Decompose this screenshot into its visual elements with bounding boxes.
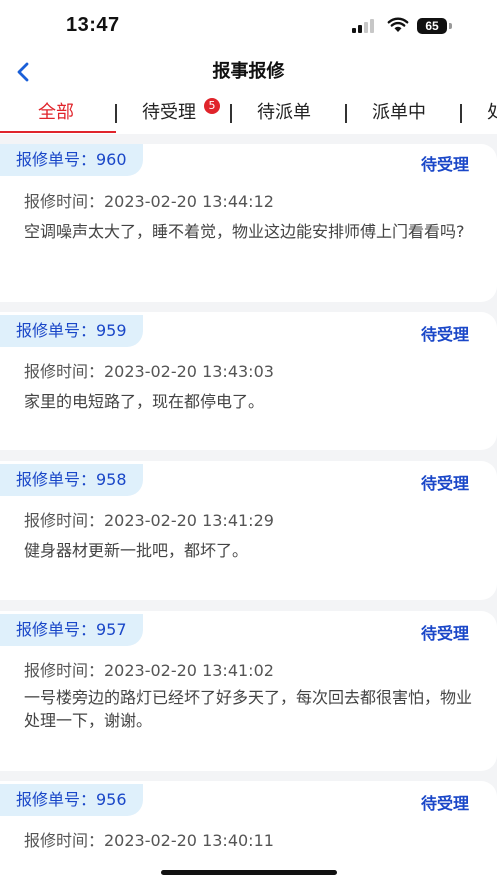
tab-pending-dispatch[interactable]: 待派单 [257,94,311,132]
tab-divider [115,104,117,123]
tab-divider [460,104,462,123]
order-number-tag: 报修单号：958 [0,464,143,496]
report-time: 报修时间：2023-02-20 13:43:03 [24,362,274,381]
order-number-tag: 报修单号：956 [0,784,143,816]
report-time: 报修时间：2023-02-20 13:44:12 [24,192,274,211]
order-status: 待受理 [420,624,469,643]
filter-tabs: 全部 待受理 5 待派单 派单中 处 [0,94,497,134]
tab-divider [230,104,232,123]
tab-processing[interactable]: 处 [487,94,497,132]
chevron-left-icon[interactable] [12,58,34,86]
report-time: 报修时间：2023-02-20 13:41:02 [24,661,274,680]
battery-icon: 65 [417,18,447,34]
order-status: 待受理 [420,155,469,174]
active-tab-indicator [0,131,116,133]
order-description: 一号楼旁边的路灯已经坏了好多天了，每次回去都很害怕，物业处理一下，谢谢。 [24,688,473,730]
repair-order-card[interactable]: 报修单号：958 待受理 报修时间：2023-02-20 13:41:29 健身… [0,461,497,600]
nav-bar: 报事报修 [0,50,497,94]
order-status: 待受理 [420,474,469,493]
tab-dispatching[interactable]: 派单中 [372,94,426,132]
tab-divider [345,104,347,123]
battery-cap [449,23,452,29]
order-number-tag: 报修单号：960 [0,144,143,176]
repair-order-card[interactable]: 报修单号：959 待受理 报修时间：2023-02-20 13:43:03 家里… [0,312,497,450]
order-description: 健身器材更新一批吧，都坏了。 [24,541,249,560]
repair-order-card[interactable]: 报修单号：957 待受理 报修时间：2023-02-20 13:41:02 一号… [0,611,497,771]
order-number-tag: 报修单号：959 [0,315,143,347]
order-status: 待受理 [420,794,469,813]
tab-all[interactable]: 全部 [38,94,74,132]
status-bar: 13:47 65 [0,0,497,50]
status-time: 13:47 [66,14,120,36]
page-title: 报事报修 [212,61,285,82]
order-description: 空调噪声太大了，睡不着觉，物业这边能安排师傅上门看看吗? [24,222,465,241]
report-time: 报修时间：2023-02-20 13:40:11 [24,831,274,850]
report-time: 报修时间：2023-02-20 13:41:29 [24,511,274,530]
pending-count-badge: 5 [204,98,220,114]
order-description: 家里的电短路了，现在都停电了。 [24,392,265,411]
cellular-signal-icon [352,19,378,33]
order-status: 待受理 [420,325,469,344]
repair-order-card[interactable]: 报修单号：960 待受理 报修时间：2023-02-20 13:44:12 空调… [0,144,497,302]
repair-order-card[interactable]: 报修单号：956 待受理 报修时间：2023-02-20 13:40:11 [0,781,497,883]
order-number-tag: 报修单号：957 [0,614,143,646]
wifi-icon [387,17,409,32]
tab-pending-accept[interactable]: 待受理 [142,94,196,132]
home-indicator [161,870,337,875]
